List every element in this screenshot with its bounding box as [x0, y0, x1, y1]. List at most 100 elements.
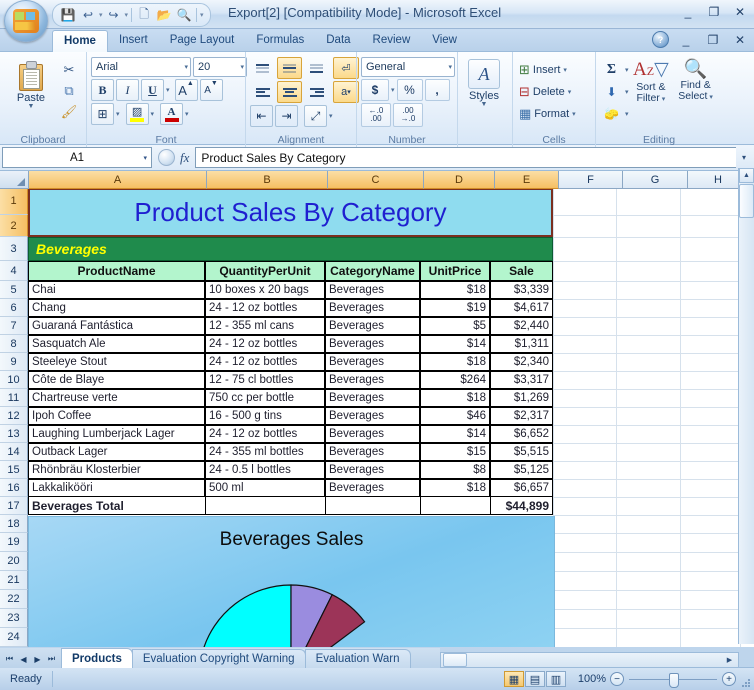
view-normal-button[interactable]: ▦: [504, 671, 524, 687]
row-header-5[interactable]: 5: [0, 281, 28, 299]
copy-icon[interactable]: ⧉: [58, 81, 80, 101]
increase-decimal-button[interactable]: ←.0.00: [361, 103, 391, 127]
font-color-button[interactable]: A: [160, 103, 184, 125]
styles-dropdown-icon[interactable]: ▼: [481, 101, 488, 108]
table-row-cell-productname[interactable]: Outback Lager: [28, 443, 205, 461]
table-row-cell-quantityperunit[interactable]: 12 - 75 cl bottles: [205, 371, 325, 389]
office-button[interactable]: [4, 0, 48, 42]
table-row-cell-sale[interactable]: $3,317: [490, 371, 553, 389]
table-row-cell-quantityperunit[interactable]: 10 boxes x 20 bags: [205, 281, 325, 299]
minimize-workbook-button[interactable]: _: [676, 32, 696, 48]
help-icon[interactable]: ?: [652, 31, 669, 48]
table-row-cell-categoryname[interactable]: Beverages: [325, 353, 420, 371]
row-header-8[interactable]: 8: [0, 335, 28, 353]
table-row-cell-quantityperunit[interactable]: 16 - 500 g tins: [205, 407, 325, 425]
table-row-cell-productname[interactable]: Chartreuse verte: [28, 389, 205, 407]
expand-formula-bar-icon[interactable]: ▾: [736, 147, 752, 168]
table-row-cell-productname[interactable]: Chang: [28, 299, 205, 317]
sort-and-filter-button[interactable]: AZ▽ Sort & Filter ▾: [629, 57, 674, 105]
view-page-layout-button[interactable]: ▤: [525, 671, 545, 687]
table-row-cell-sale[interactable]: $6,657: [490, 479, 553, 497]
sheet-tab-products[interactable]: Products: [61, 648, 133, 668]
tab-page-layout[interactable]: Page Layout: [159, 29, 246, 51]
column-header-e[interactable]: E: [495, 171, 559, 189]
table-row-cell-productname[interactable]: Rhönbräu Klosterbier: [28, 461, 205, 479]
column-header-c[interactable]: C: [328, 171, 424, 189]
table-row-cell-unitprice[interactable]: $14: [420, 335, 490, 353]
table-row-cell-productname[interactable]: Sasquatch Ale: [28, 335, 205, 353]
bold-button[interactable]: B: [91, 79, 114, 101]
number-format-combo[interactable]: General ▾: [361, 57, 455, 77]
save-icon[interactable]: 💾: [59, 6, 77, 24]
delete-dropdown-icon[interactable]: ▾: [568, 88, 572, 96]
fill-button[interactable]: ⬇: [600, 81, 623, 103]
format-dropdown-icon[interactable]: ▾: [572, 110, 576, 118]
scroll-right-button[interactable]: ▶: [723, 653, 736, 667]
paste-button[interactable]: Paste ▼: [4, 57, 58, 110]
table-row-cell-categoryname[interactable]: Beverages: [325, 479, 420, 497]
tab-view[interactable]: View: [421, 29, 468, 51]
chart-object[interactable]: Beverages Sales: [28, 516, 555, 647]
insert-function-circle-icon[interactable]: [158, 149, 175, 166]
italic-button[interactable]: I: [116, 79, 139, 101]
format-painter-icon[interactable]: 🖌: [58, 102, 80, 122]
borders-dropdown-icon[interactable]: ▾: [116, 110, 120, 118]
new-icon[interactable]: 🗋: [135, 6, 153, 24]
prev-sheet-button[interactable]: ◀: [17, 652, 30, 666]
table-row-cell-productname[interactable]: Lakkalikööri: [28, 479, 205, 497]
tab-insert[interactable]: Insert: [108, 29, 159, 51]
table-row-cell-categoryname[interactable]: Beverages: [325, 317, 420, 335]
row-header-2[interactable]: 2: [0, 215, 28, 237]
table-row-cell-categoryname[interactable]: Beverages: [325, 389, 420, 407]
name-box[interactable]: A1 ▾: [2, 147, 152, 168]
sheet-canvas[interactable]: Product Sales By Category Beverages Prod…: [28, 188, 754, 647]
table-row-cell-sale[interactable]: $2,440: [490, 317, 553, 335]
cell-header-sale[interactable]: Sale: [490, 261, 553, 281]
row-header-9[interactable]: 9: [0, 353, 28, 371]
table-row-cell-categoryname[interactable]: Beverages: [325, 443, 420, 461]
table-row-cell-sale[interactable]: $1,269: [490, 389, 553, 407]
cut-icon[interactable]: ✂: [58, 60, 80, 80]
table-row-cell-quantityperunit[interactable]: 12 - 355 ml cans: [205, 317, 325, 335]
align-left-button[interactable]: [250, 81, 275, 103]
align-right-button[interactable]: [304, 81, 329, 103]
customize-qat-icon[interactable]: ▾: [200, 11, 204, 19]
table-row-cell-categoryname[interactable]: Beverages: [325, 281, 420, 299]
table-row-cell-quantityperunit[interactable]: 24 - 12 oz bottles: [205, 335, 325, 353]
row-header-20[interactable]: 20: [0, 552, 28, 571]
decrease-decimal-button[interactable]: .00 →.0: [393, 103, 423, 127]
orientation-button[interactable]: ⤢: [304, 105, 327, 127]
table-row-cell-productname[interactable]: Chai: [28, 281, 205, 299]
row-header-6[interactable]: 6: [0, 299, 28, 317]
table-row-cell-unitprice[interactable]: $15: [420, 443, 490, 461]
table-row-cell-categoryname[interactable]: Beverages: [325, 407, 420, 425]
cell-total-label[interactable]: Beverages Total: [28, 497, 205, 515]
format-cells-button[interactable]: ▦ Format ▾: [517, 103, 576, 125]
table-row-cell-categoryname[interactable]: Beverages: [325, 371, 420, 389]
zoom-in-button[interactable]: +: [722, 672, 736, 686]
table-row-cell-sale[interactable]: $5,515: [490, 443, 553, 461]
underline-button[interactable]: U: [141, 79, 164, 101]
table-row-cell-quantityperunit[interactable]: 24 - 0.5 l bottles: [205, 461, 325, 479]
table-row-cell-quantityperunit[interactable]: 24 - 12 oz bottles: [205, 425, 325, 443]
borders-button[interactable]: ⊞: [91, 103, 114, 125]
font-color-dropdown-icon[interactable]: ▾: [185, 110, 189, 118]
align-middle-button[interactable]: [277, 57, 302, 79]
formula-input[interactable]: Product Sales By Category: [195, 147, 736, 168]
zoom-track[interactable]: [629, 672, 717, 688]
minimize-button[interactable]: _: [678, 4, 698, 20]
currency-button[interactable]: $: [361, 79, 389, 101]
row-header-3[interactable]: 3: [0, 237, 28, 261]
table-row-cell-quantityperunit[interactable]: 500 ml: [205, 479, 325, 497]
insert-dropdown-icon[interactable]: ▾: [563, 66, 567, 74]
table-row-cell-productname[interactable]: Ipoh Coffee: [28, 407, 205, 425]
cell-total-blank-b[interactable]: [205, 497, 325, 515]
horizontal-scrollbar[interactable]: ▶: [440, 652, 739, 668]
table-row-cell-unitprice[interactable]: $264: [420, 371, 490, 389]
tab-home[interactable]: Home: [52, 30, 108, 54]
table-row-cell-categoryname[interactable]: Beverages: [325, 425, 420, 443]
row-header-19[interactable]: 19: [0, 533, 28, 552]
table-row-cell-productname[interactable]: Steeleye Stout: [28, 353, 205, 371]
decrease-indent-button[interactable]: ⇤: [250, 105, 273, 127]
table-row-cell-sale[interactable]: $6,652: [490, 425, 553, 443]
